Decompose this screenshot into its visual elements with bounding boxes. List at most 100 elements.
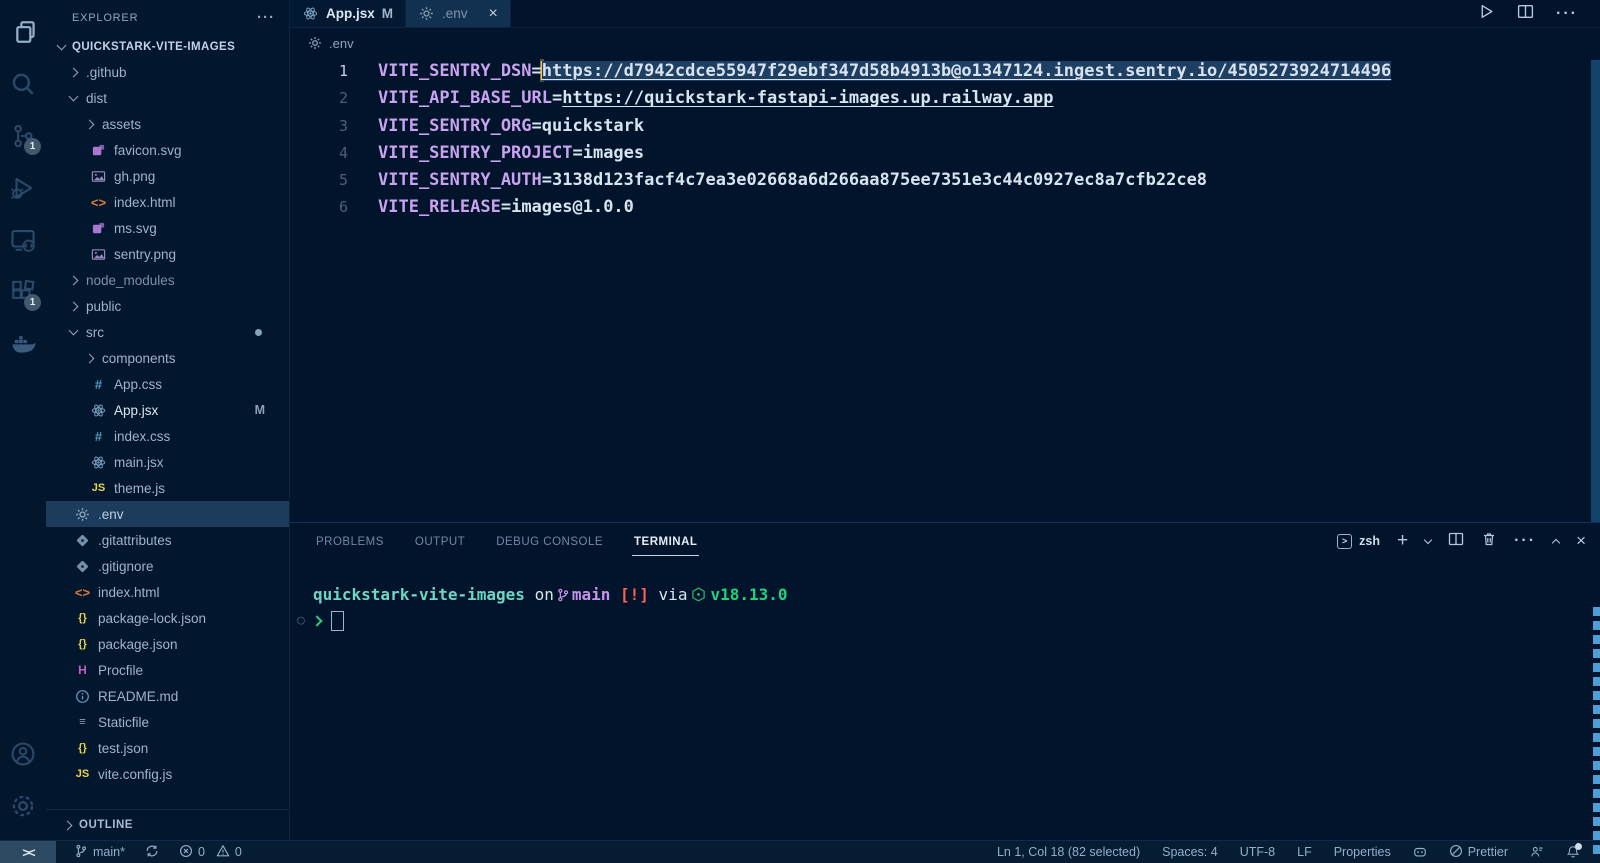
run-icon[interactable]: [1478, 3, 1495, 25]
tree-file--gitattributes[interactable]: .gitattributes: [46, 527, 289, 553]
terminal-input-line[interactable]: ○: [297, 609, 1600, 632]
remote-indicator[interactable]: ><: [0, 841, 56, 863]
notifications-bell-icon[interactable]: [1566, 843, 1582, 859]
terminal-scrollbar[interactable]: [1593, 607, 1600, 857]
split-terminal-icon[interactable]: [1448, 531, 1464, 552]
panel-more-icon[interactable]: ···: [1514, 532, 1536, 550]
activity-explorer[interactable]: [0, 6, 46, 58]
tree-item-label: .gitignore: [98, 558, 154, 574]
more-actions-icon[interactable]: ···: [1556, 5, 1578, 23]
explorer-header: EXPLORER ···: [46, 0, 289, 35]
tab-modified-badge: M: [381, 6, 394, 21]
tree-file-app-jsx[interactable]: App.jsx M: [46, 397, 289, 423]
terminal-dropdown-icon[interactable]: [1423, 535, 1433, 544]
activity-settings[interactable]: [0, 780, 46, 832]
env-value: quickstark: [541, 115, 645, 136]
activity-docker[interactable]: [0, 318, 46, 370]
activity-remote-explorer[interactable]: [0, 214, 46, 266]
terminal-shell-indicator[interactable]: > zsh: [1337, 533, 1380, 549]
problems-status-item[interactable]: 0 0: [179, 844, 242, 861]
tree-file-gh-png[interactable]: gh.png: [46, 163, 289, 189]
tree-file-sentry-png[interactable]: sentry.png: [46, 241, 289, 267]
code-line-2[interactable]: 2 VITE_API_BASE_URL=https://quickstark-fa…: [290, 85, 1600, 112]
tree-file-ms-svg[interactable]: ms.svg: [46, 215, 289, 241]
tree-file-package-json[interactable]: {} package.json: [46, 631, 289, 657]
code-line-1[interactable]: 1 VITE_SENTRY_DSN=https://d7942cdce55947f…: [290, 58, 1600, 85]
explorer-root-folder[interactable]: QUICKSTARK-VITE-IMAGES: [46, 35, 289, 59]
activity-source-control[interactable]: 1: [0, 110, 46, 162]
code-editor[interactable]: 1 VITE_SENTRY_DSN = https://d7942cdce55947f…: [290, 58, 1600, 522]
branch-status-item[interactable]: main*: [74, 844, 125, 861]
activity-extensions[interactable]: 1: [0, 266, 46, 318]
indentation-item[interactable]: Spaces: 4: [1162, 845, 1218, 859]
explorer-more-icon[interactable]: ···: [257, 9, 275, 26]
prompt-chevron-icon: [311, 614, 323, 627]
tree-file-main-jsx[interactable]: main.jsx: [46, 449, 289, 475]
maximize-panel-icon[interactable]: [1551, 538, 1561, 547]
tree-file--gitignore[interactable]: .gitignore: [46, 553, 289, 579]
terminal-icon: >: [1337, 533, 1353, 549]
panel-tab-problems[interactable]: PROBLEMS: [314, 527, 386, 556]
env-value: images: [582, 142, 645, 163]
tree-item-label: public: [86, 298, 122, 314]
tree-file-staticfile[interactable]: ≡ Staticfile: [46, 709, 289, 735]
code-line-5[interactable]: 5 VITE_SENTRY_AUTH=3138d123facf4c7ea3e026…: [290, 167, 1600, 194]
tree-folder-assets[interactable]: assets: [46, 111, 289, 137]
encoding-item[interactable]: UTF-8: [1240, 845, 1275, 859]
new-terminal-icon[interactable]: +: [1397, 530, 1408, 552]
code-line-3[interactable]: 3 VITE_SENTRY_ORG=quickstark: [290, 113, 1600, 140]
panel-tab-debug-console[interactable]: DEBUG CONSOLE: [494, 527, 605, 556]
tree-folder-components[interactable]: components: [46, 345, 289, 371]
activity-account[interactable]: [0, 728, 46, 780]
formatter-status-item[interactable]: Prettier: [1449, 844, 1508, 861]
tree-file-favicon-svg[interactable]: favicon.svg: [46, 137, 289, 163]
breadcrumb[interactable]: .env: [290, 28, 1600, 58]
react-file-icon: [90, 454, 107, 471]
split-editor-icon[interactable]: [1517, 3, 1534, 25]
tree-file-index-html[interactable]: <> index.html: [46, 189, 289, 215]
language-mode-item[interactable]: Properties: [1334, 845, 1391, 859]
tree-file-vite-config-js[interactable]: JS vite.config.js: [46, 761, 289, 787]
cursor-position-item[interactable]: Ln 1, Col 18 (82 selected): [997, 845, 1140, 859]
tree-folder-public[interactable]: public: [46, 293, 289, 319]
tree-folder-src[interactable]: src: [46, 319, 289, 345]
tree-file-package-lock-json[interactable]: {} package-lock.json: [46, 605, 289, 631]
js-file-icon: JS: [75, 768, 90, 780]
activity-run-debug[interactable]: [0, 162, 46, 214]
copilot-icon[interactable]: [1413, 845, 1427, 859]
close-icon[interactable]: ×: [489, 5, 498, 22]
tab-app-jsx[interactable]: App.jsx M: [290, 0, 407, 27]
editor-scrollbar[interactable]: [1591, 60, 1600, 522]
tree-file--env[interactable]: .env: [46, 501, 289, 527]
tree-file-index-css[interactable]: # index.css: [46, 423, 289, 449]
eol-item[interactable]: LF: [1297, 845, 1312, 859]
tree-file-test-json[interactable]: {} test.json: [46, 735, 289, 761]
tree-file-app-css[interactable]: # App.css: [46, 371, 289, 397]
panel-tab-output[interactable]: OUTPUT: [413, 527, 467, 556]
equals-sign: =: [541, 170, 553, 191]
terminal-dirty-flag: [!]: [620, 585, 649, 604]
tree-file-theme-js[interactable]: JS theme.js: [46, 475, 289, 501]
warning-count: 0: [234, 845, 242, 859]
outline-section[interactable]: OUTLINE: [46, 809, 289, 840]
tab--env[interactable]: .env ×: [406, 0, 511, 27]
activity-search[interactable]: [0, 58, 46, 110]
terminal-view[interactable]: quickstark-vite-images on main [!] via v18…: [290, 559, 1600, 857]
tree-file-procfile[interactable]: H Procfile: [46, 657, 289, 683]
tree-folder-dist[interactable]: dist: [46, 85, 289, 111]
code-line-6[interactable]: 6 VITE_RELEASE=images@1.0.0: [290, 194, 1600, 221]
tree-file-readme-md[interactable]: README.md: [46, 683, 289, 709]
tree-folder--github[interactable]: .github: [46, 59, 289, 85]
tree-item-label: package-lock.json: [98, 610, 207, 626]
sync-status-item[interactable]: [145, 844, 159, 861]
terminal-actions: > zsh + ··· ×: [1337, 530, 1586, 552]
tree-folder-node-modules[interactable]: node_modules: [46, 267, 289, 293]
kill-terminal-icon[interactable]: [1481, 531, 1497, 552]
code-line-4[interactable]: 4 VITE_SENTRY_PROJECT=images: [290, 140, 1600, 167]
tree-file-index-html[interactable]: <> index.html: [46, 579, 289, 605]
root-folder-label: QUICKSTARK-VITE-IMAGES: [72, 41, 236, 53]
close-panel-icon[interactable]: ×: [1576, 531, 1586, 551]
feedback-icon[interactable]: [1530, 845, 1544, 859]
shell-label: zsh: [1359, 534, 1380, 548]
panel-tab-terminal[interactable]: TERMINAL: [632, 527, 700, 556]
